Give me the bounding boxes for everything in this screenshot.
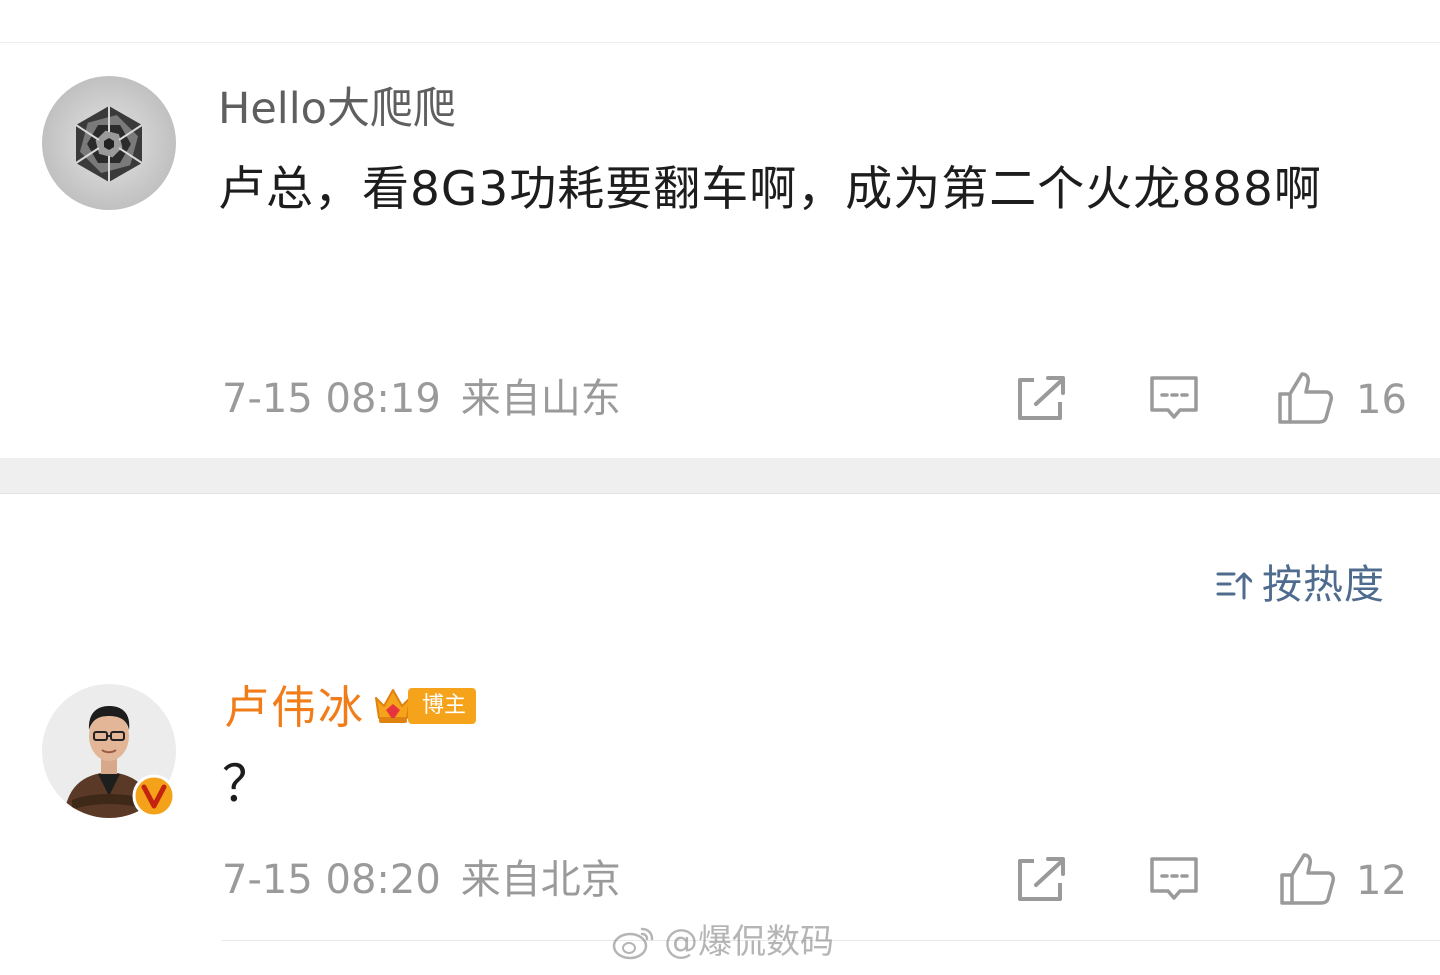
comments-page: Hello大爬爬 卢总，看8G3功耗要翻车啊，成为第二个火龙888啊 7-15 … bbox=[0, 0, 1440, 975]
comment-text: 卢总，看8G3功耗要翻车啊，成为第二个火龙888啊 bbox=[218, 162, 1322, 217]
share-icon bbox=[1018, 857, 1065, 901]
top-divider bbox=[0, 42, 1440, 43]
verified-badge bbox=[132, 774, 176, 822]
comment-meta: 7-15 08:20 来自北京 bbox=[222, 855, 621, 905]
comment-icon bbox=[1150, 376, 1198, 419]
comment-text: ？ bbox=[222, 755, 272, 813]
like-count: 16 bbox=[1356, 377, 1407, 423]
user-avatar[interactable] bbox=[42, 76, 176, 210]
geometric-rose-avatar bbox=[42, 76, 176, 210]
sort-by-hot-button[interactable]: 按热度 bbox=[1216, 560, 1385, 610]
weibo-logo-icon bbox=[612, 927, 654, 960]
like-button[interactable] bbox=[1276, 370, 1334, 430]
comment-location: 来自山东 bbox=[460, 376, 621, 422]
comment-meta: 7-15 08:19 来自山东 bbox=[222, 374, 621, 424]
comment-username[interactable]: Hello大爬爬 bbox=[218, 82, 456, 136]
like-button[interactable] bbox=[1278, 851, 1336, 911]
author-badge: 博主 bbox=[372, 686, 477, 726]
comment-time: 7-15 08:20 bbox=[222, 857, 441, 903]
comment-username[interactable]: 卢伟冰 bbox=[224, 680, 365, 736]
reply-button[interactable] bbox=[1148, 855, 1200, 909]
sort-label: 按热度 bbox=[1262, 562, 1385, 608]
watermark-text: @爆侃数码 bbox=[664, 922, 834, 962]
section-separator bbox=[0, 458, 1440, 494]
verified-v-badge-icon bbox=[132, 774, 176, 818]
thumbs-up-icon bbox=[1280, 853, 1335, 905]
share-button[interactable] bbox=[1014, 374, 1068, 428]
sort-icon bbox=[1216, 572, 1252, 600]
comment-location: 来自北京 bbox=[460, 857, 621, 903]
comment-icon bbox=[1150, 857, 1198, 900]
author-badge-label: 博主 bbox=[408, 688, 477, 724]
thumbs-up-icon bbox=[1278, 372, 1333, 424]
like-count: 12 bbox=[1356, 858, 1407, 904]
share-button[interactable] bbox=[1014, 855, 1068, 909]
comment-time: 7-15 08:19 bbox=[222, 376, 441, 422]
share-icon bbox=[1018, 376, 1065, 420]
watermark: @爆侃数码 bbox=[612, 920, 834, 964]
reply-button[interactable] bbox=[1148, 374, 1200, 428]
